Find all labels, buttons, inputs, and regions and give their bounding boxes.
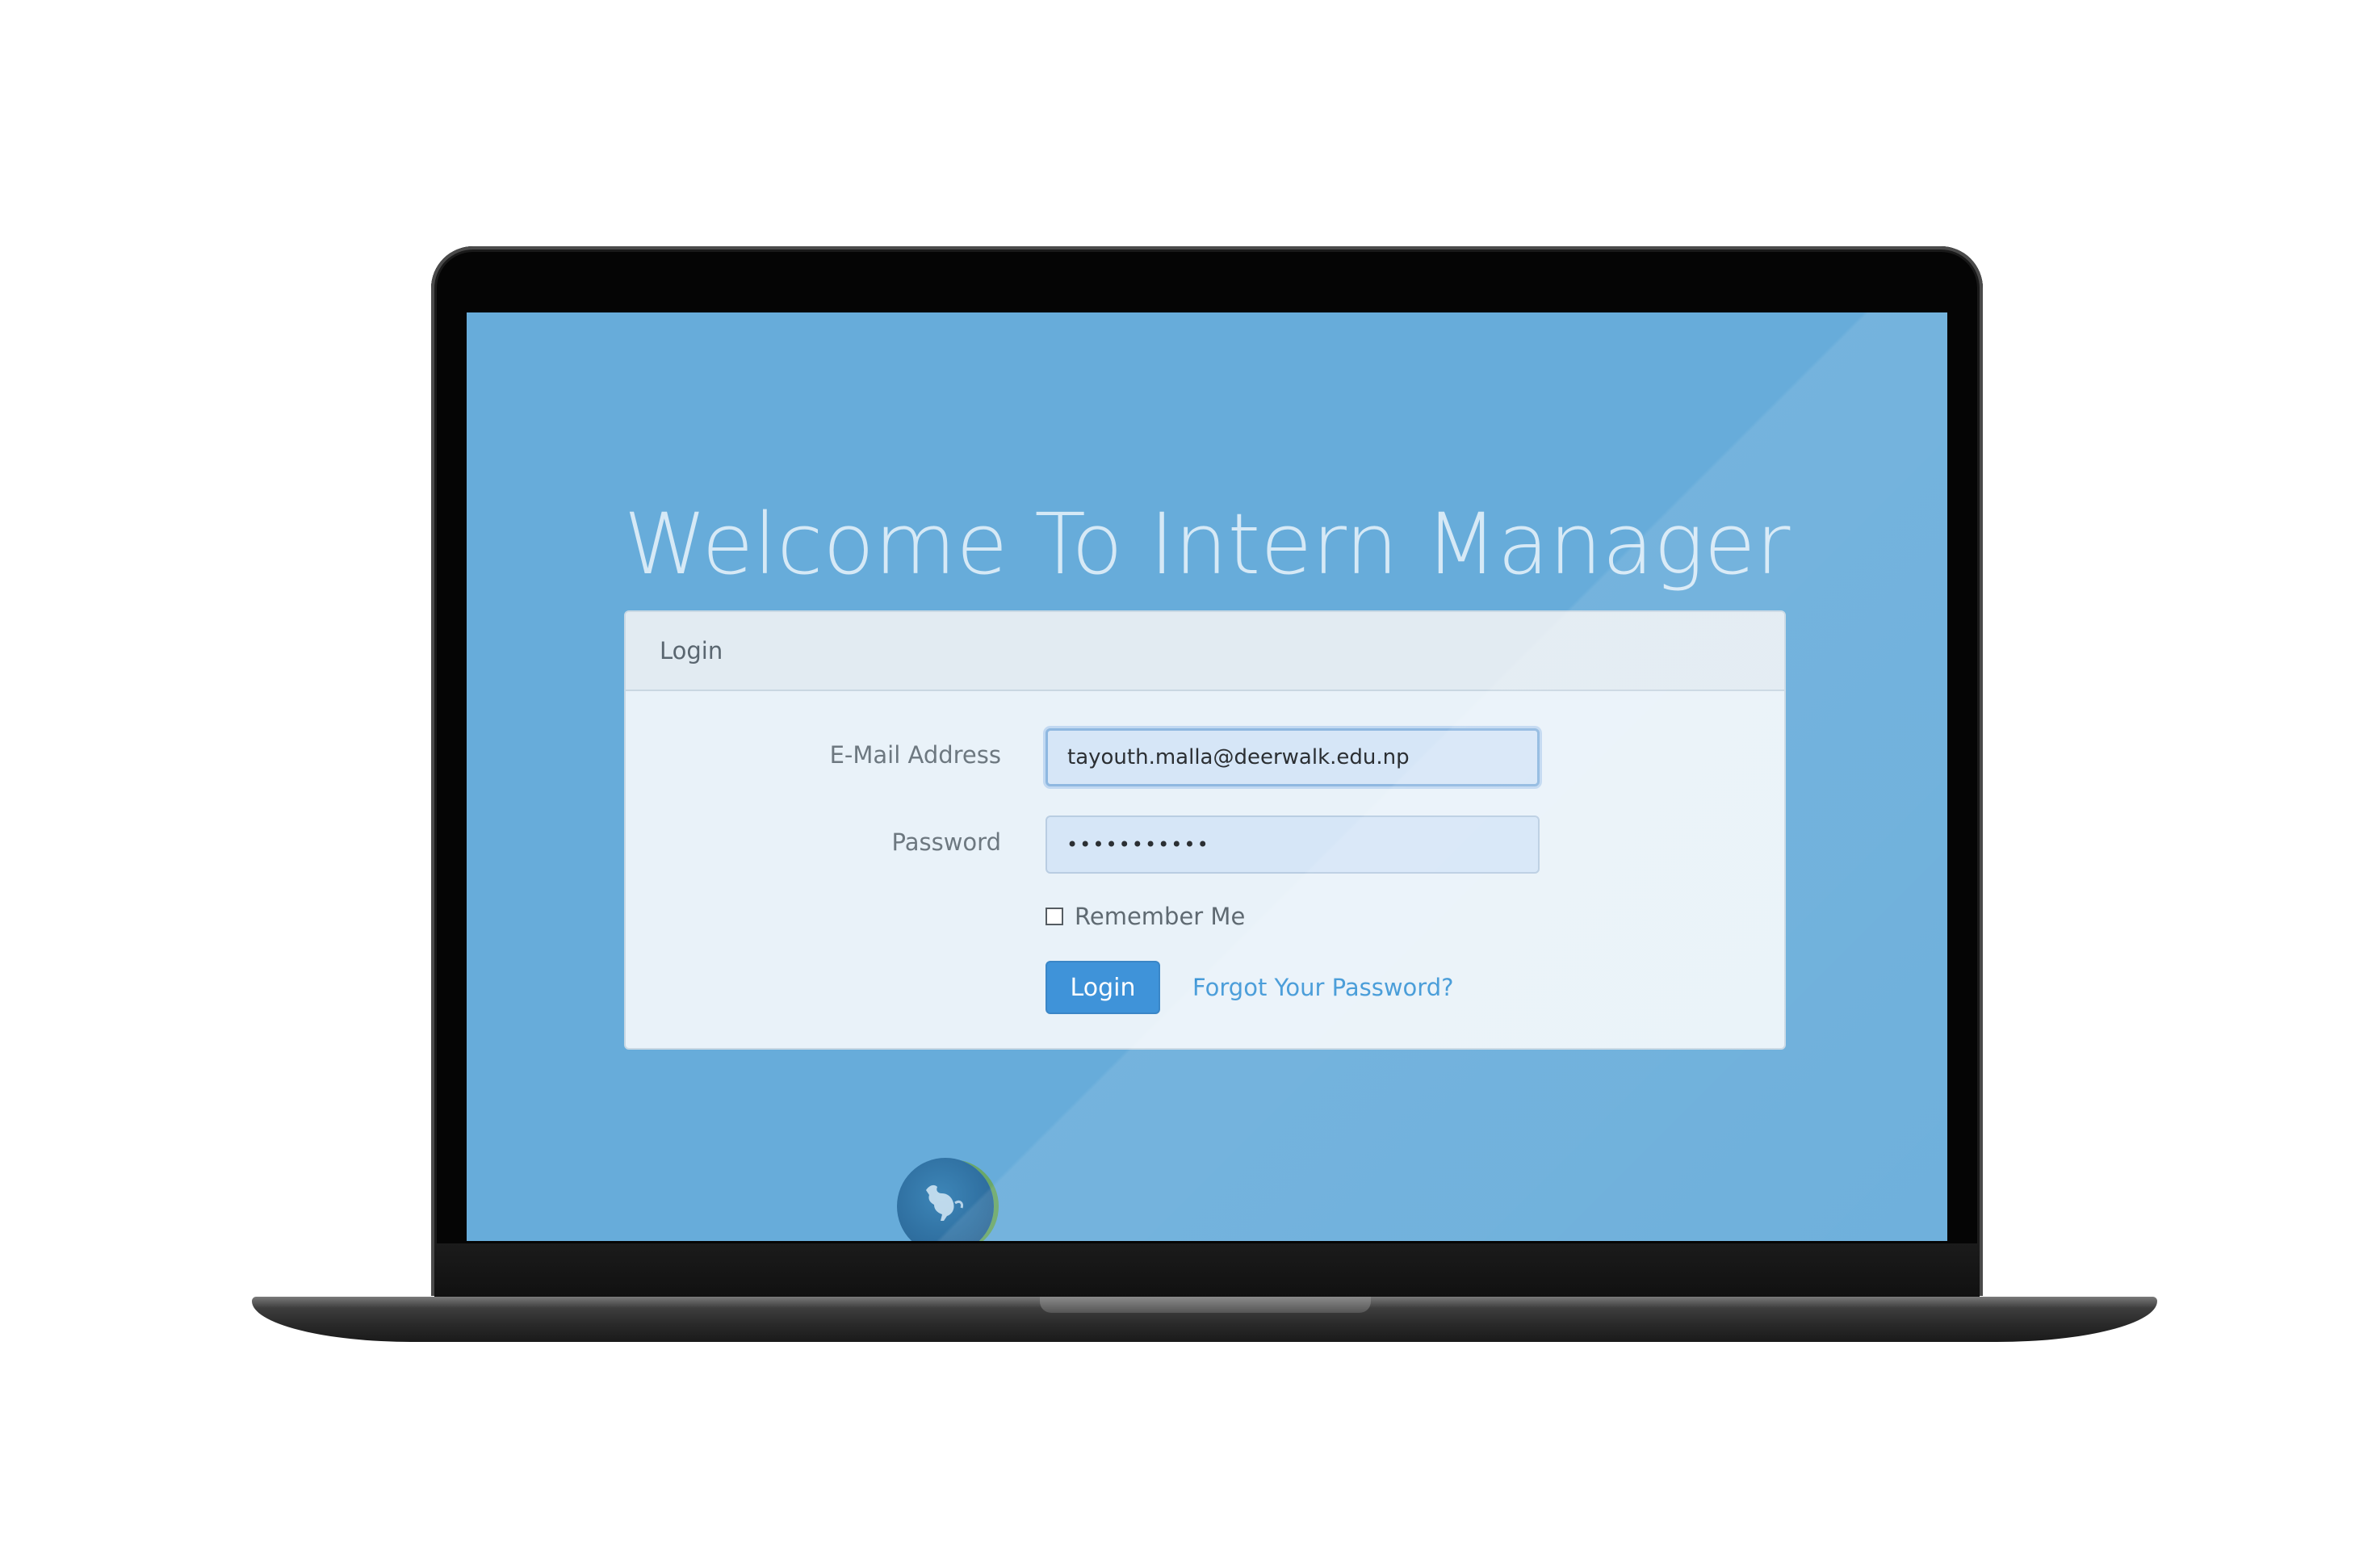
remember-me-checkbox[interactable] [1046,908,1063,925]
forgot-password-link[interactable]: Forgot Your Password? [1192,974,1454,1001]
deer-logo-icon [897,1158,994,1241]
laptop-bezel-bottom [434,1243,1980,1297]
deer-silhouette-icon [926,1184,963,1221]
login-button[interactable]: Login [1046,961,1160,1014]
page-title: Welcome To Intern Manager [623,495,1791,593]
login-panel-heading: Login [626,612,1784,691]
email-label: E-Mail Address [829,741,1001,769]
laptop-hinge-notch [1040,1297,1371,1313]
laptop-mockup: Welcome To Intern Manager Login E-Mail A… [0,0,2376,1568]
remember-me-label[interactable]: Remember Me [1075,903,1245,930]
password-field[interactable]: ••••••••••• [1046,815,1540,874]
password-label: Password [891,828,1001,856]
email-field[interactable]: tayouth.malla@deerwalk.edu.np [1046,728,1540,786]
remember-me-row: Remember Me [1046,903,1245,930]
laptop-screen: Welcome To Intern Manager Login E-Mail A… [467,312,1947,1241]
login-panel: Login E-Mail Address tayouth.malla@deerw… [624,610,1786,1050]
